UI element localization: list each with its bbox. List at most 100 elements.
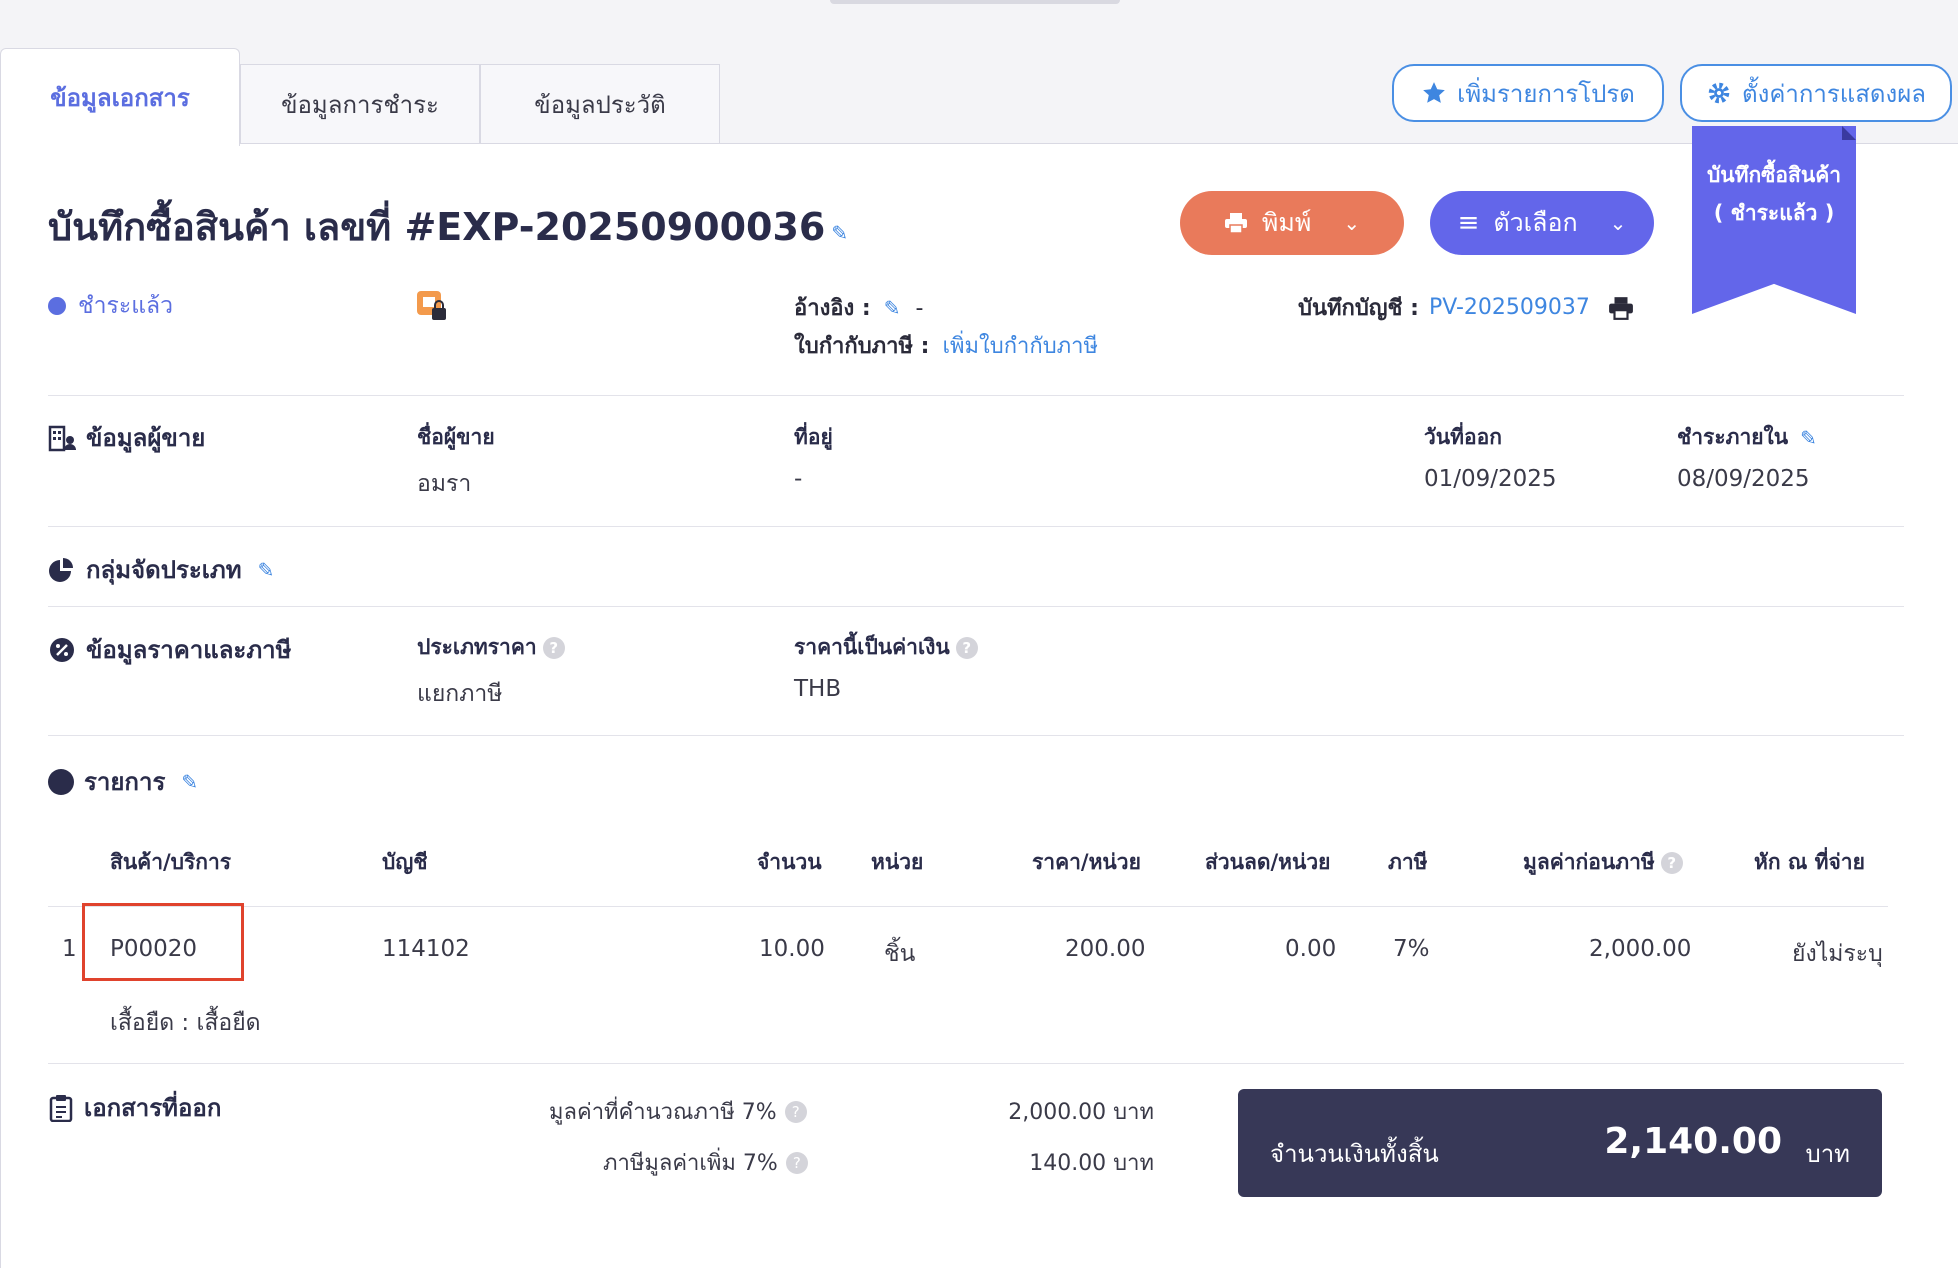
- add-favorite-label: เพิ่มรายการโปรด: [1457, 79, 1635, 108]
- issue-date-label-text: วันที่ออก: [1424, 425, 1502, 449]
- printer-icon[interactable]: [1608, 296, 1634, 320]
- help-icon[interactable]: ?: [542, 636, 565, 659]
- options-label: ตัวเลือก: [1493, 208, 1578, 237]
- help-icon[interactable]: ?: [955, 636, 978, 659]
- price-tax-section-title: ข้อมูลราคาและภาษี: [48, 630, 291, 669]
- edit-category-pencil-icon[interactable]: ✎: [258, 558, 275, 582]
- chevron-down-icon: ⌄: [1343, 211, 1361, 235]
- edit-reference-pencil-icon[interactable]: ✎: [884, 296, 901, 320]
- hamburger-icon: ≡: [1457, 208, 1480, 238]
- add-tax-invoice-link[interactable]: เพิ่มใบกำกับภาษี: [942, 334, 1098, 359]
- account-record-link[interactable]: PV-202509037: [1429, 295, 1590, 320]
- items-section-title: รายการ ✎: [48, 762, 198, 801]
- tab-payment-info[interactable]: ข้อมูลการชำระ: [240, 64, 480, 144]
- status-text: ชำระแล้ว: [78, 293, 174, 319]
- gear-icon: [1708, 82, 1730, 104]
- due-label-text: ชำระภายใน: [1677, 425, 1789, 449]
- vendor-name-label: ชื่อผู้ขาย: [417, 421, 495, 454]
- vat-value: 140.00 บาท: [1029, 1151, 1154, 1176]
- help-icon[interactable]: ?: [1660, 851, 1683, 874]
- help-icon[interactable]: ?: [784, 1100, 807, 1123]
- items-dot-icon: [48, 768, 74, 795]
- column-header-qty: จำนวน: [757, 850, 822, 874]
- vendor-name-label-text: ชื่อผู้ขาย: [417, 425, 495, 449]
- account-record-row: บันทึกบัญชี : PV-202509037: [1298, 290, 1634, 325]
- vendor-section-title-text: ข้อมูลผู้ขาย: [86, 424, 206, 452]
- column-header-product: สินค้า/บริการ: [110, 850, 232, 874]
- tab-label: ข้อมูลประวัติ: [534, 91, 666, 119]
- vat-label: ภาษีมูลค่าเพิ่ม 7%?: [603, 1145, 808, 1180]
- category-section-title: กลุ่มจัดประเภท ✎: [48, 550, 274, 589]
- edit-items-pencil-icon[interactable]: ✎: [181, 770, 198, 794]
- vendor-name-link[interactable]: อมรา: [417, 466, 471, 502]
- clipboard-icon: [49, 1094, 73, 1122]
- price-value: 200.00: [1065, 936, 1146, 962]
- table-header-divider: [48, 906, 1888, 907]
- tax-value: 7%: [1393, 936, 1430, 962]
- currency-label-text: ราคานี้เป็นค่าเงิน: [794, 635, 950, 659]
- category-section-title-text: กลุ่มจัดประเภท: [86, 556, 242, 584]
- vendor-section-title: ข้อมูลผู้ขาย: [48, 418, 205, 457]
- issued-docs-section-title-text: เอกสารที่ออก: [84, 1094, 222, 1122]
- due-label: ชำระภายใน ✎: [1677, 421, 1817, 454]
- price-type-label: ประเภทราคา?: [417, 631, 565, 664]
- chevron-down-icon: ⌄: [1609, 211, 1627, 235]
- tab-label: ข้อมูลเอกสาร: [50, 84, 190, 112]
- printer-icon: [1224, 213, 1247, 234]
- issue-date-value: 01/09/2025: [1424, 466, 1557, 492]
- column-header-pretax: มูลค่าก่อนภาษี?: [1523, 846, 1683, 879]
- reference-row: อ้างอิง : ✎ -: [794, 290, 923, 325]
- taxable-amount-label: มูลค่าที่คำนวณภาษี 7%?: [549, 1094, 807, 1129]
- top-handle: [830, 0, 1120, 4]
- divider: [48, 526, 1904, 527]
- issue-date-label: วันที่ออก: [1424, 421, 1502, 454]
- unit-value: ชิ้น: [884, 941, 916, 967]
- qty-value: 10.00: [759, 936, 825, 962]
- reference-label: อ้างอิง :: [794, 296, 871, 321]
- building-icon: [48, 425, 76, 451]
- price-tax-section-title-text: ข้อมูลราคาและภาษี: [86, 636, 292, 664]
- price-type-label-text: ประเภทราคา: [417, 635, 537, 659]
- withholding-value: ยังไม่ระบุ: [1792, 941, 1883, 967]
- tab-label: ข้อมูลการชำระ: [281, 91, 439, 119]
- page-title: บันทึกซื้อสินค้า เลขที่ #EXP-20250900036…: [48, 196, 848, 257]
- column-header-unit: หน่วย: [871, 850, 924, 874]
- pie-chart-icon: [49, 557, 73, 582]
- locked-document-icon: [417, 291, 446, 320]
- tab-document-info[interactable]: ข้อมูลเอกสาร: [0, 48, 240, 146]
- due-value: 08/09/2025: [1677, 466, 1810, 492]
- item-description: เสื้อยืด : เสื้อยืด: [110, 1010, 261, 1036]
- taxable-amount-label-text: มูลค่าที่คำนวณภาษี 7%: [549, 1100, 777, 1125]
- star-icon: [1423, 82, 1445, 103]
- tab-history-info[interactable]: ข้อมูลประวัติ: [480, 64, 720, 144]
- taxable-amount-value: 2,000.00 บาท: [1008, 1100, 1154, 1125]
- add-favorite-button[interactable]: เพิ่มรายการโปรด: [1392, 64, 1664, 122]
- page-title-text: บันทึกซื้อสินค้า เลขที่ #EXP-20250900036: [48, 205, 826, 249]
- print-label: พิมพ์: [1261, 208, 1312, 237]
- print-button[interactable]: พิมพ์ ⌄: [1180, 191, 1404, 255]
- address-value: -: [794, 466, 803, 492]
- account-code: 114102: [382, 936, 470, 962]
- display-settings-button[interactable]: ตั้งค่าการแสดงผล: [1680, 64, 1952, 122]
- items-section-title-text: รายการ: [84, 768, 166, 796]
- column-header-pretax-text: มูลค่าก่อนภาษี: [1523, 850, 1655, 874]
- divider: [48, 1063, 1904, 1064]
- row-number: 1: [62, 936, 77, 962]
- tax-invoice-label: ใบกำกับภาษี :: [794, 334, 930, 359]
- options-button[interactable]: ≡ ตัวเลือก ⌄: [1430, 191, 1654, 255]
- highlight-annotation: [82, 903, 244, 981]
- status-badge: ชำระแล้ว: [48, 288, 173, 324]
- help-icon[interactable]: ?: [785, 1151, 808, 1174]
- percent-badge-icon: [50, 637, 74, 662]
- display-settings-label: ตั้งค่าการแสดงผล: [1742, 79, 1926, 108]
- edit-title-pencil-icon[interactable]: ✎: [831, 221, 848, 245]
- edit-due-pencil-icon[interactable]: ✎: [1800, 426, 1817, 450]
- price-type-value: แยกภาษี: [417, 681, 503, 707]
- column-header-withholding: หัก ณ ที่จ่าย: [1754, 850, 1865, 874]
- currency-value: THB: [794, 676, 842, 702]
- column-header-price: ราคา/หน่วย: [1032, 850, 1141, 874]
- discount-value: 0.00: [1285, 936, 1337, 962]
- divider: [48, 395, 1904, 396]
- account-record-label: บันทึกบัญชี :: [1298, 296, 1419, 321]
- total-value: 2,140.00: [1604, 1121, 1782, 1162]
